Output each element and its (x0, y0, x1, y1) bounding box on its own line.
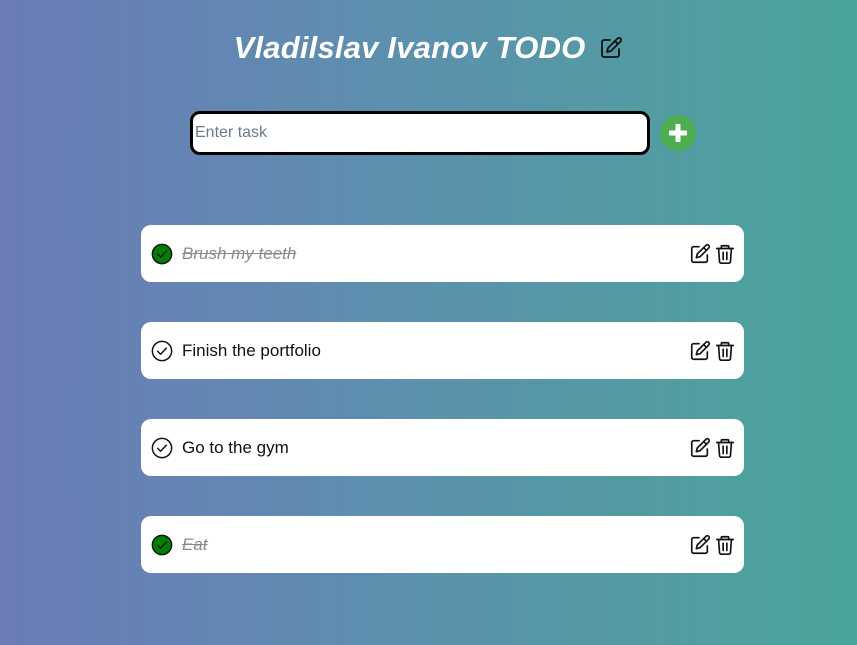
check-circle-icon[interactable] (151, 340, 173, 362)
edit-icon[interactable] (689, 437, 711, 459)
app-header: Vladilslav Ivanov TODO (0, 28, 857, 68)
task-actions (689, 534, 736, 556)
title-edit-icon[interactable] (599, 36, 623, 60)
task-actions (689, 340, 736, 362)
edit-icon[interactable] (689, 340, 711, 362)
trash-icon[interactable] (714, 340, 736, 362)
check-circle-icon[interactable] (151, 437, 173, 459)
new-task-row (190, 111, 696, 155)
check-circle-icon[interactable] (151, 534, 173, 556)
task-item: Go to the gym (141, 419, 744, 476)
task-label: Go to the gym (182, 437, 289, 457)
edit-icon[interactable] (689, 243, 711, 265)
task-label: Finish the portfolio (182, 340, 321, 360)
task-list: Brush my teeth Finish the portfolio Go t… (141, 225, 744, 613)
task-label: Brush my teeth (182, 243, 297, 263)
edit-icon[interactable] (689, 534, 711, 556)
trash-icon[interactable] (714, 534, 736, 556)
trash-icon[interactable] (714, 437, 736, 459)
task-actions (689, 437, 736, 459)
add-task-button[interactable] (660, 115, 696, 151)
task-item: Finish the portfolio (141, 322, 744, 379)
trash-icon[interactable] (714, 243, 736, 265)
task-item: Eat (141, 516, 744, 573)
task-label: Eat (182, 534, 208, 554)
plus-icon (669, 124, 687, 142)
page-title: Vladilslav Ivanov TODO (233, 30, 586, 65)
task-item: Brush my teeth (141, 225, 744, 282)
task-input[interactable] (190, 111, 650, 155)
check-circle-icon[interactable] (151, 243, 173, 265)
task-actions (689, 243, 736, 265)
